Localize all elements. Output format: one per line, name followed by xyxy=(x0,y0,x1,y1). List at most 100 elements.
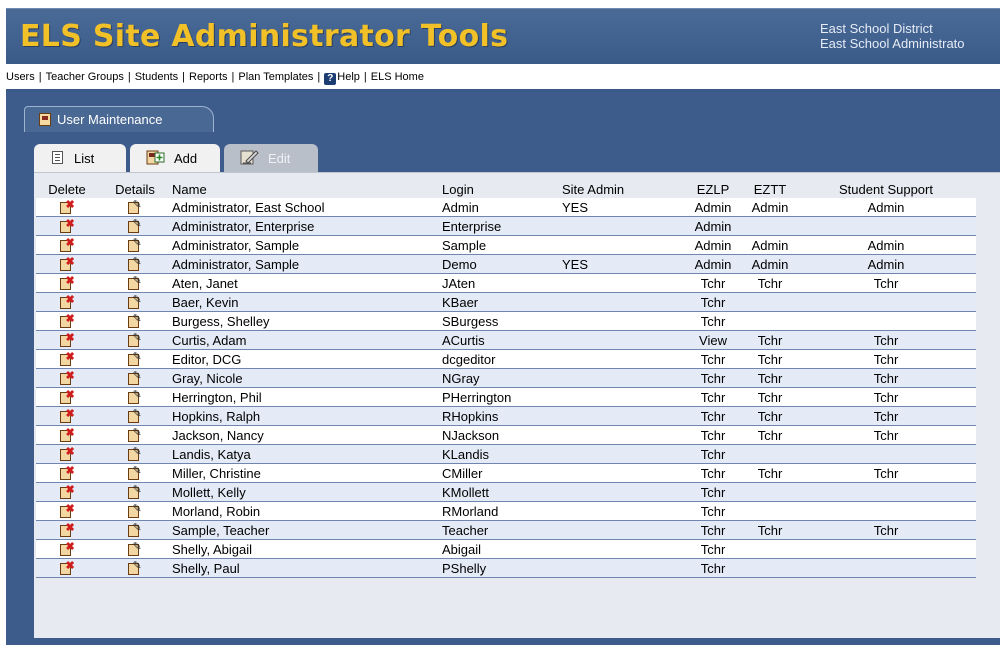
edit-details-icon[interactable] xyxy=(127,198,144,215)
delete-user-icon[interactable] xyxy=(59,521,76,538)
cell-login: KLandis xyxy=(442,444,562,464)
table-row: Curtis, AdamACurtisViewTchrTchr xyxy=(36,330,976,350)
edit-details-icon[interactable] xyxy=(127,521,144,538)
subtab-edit[interactable]: Edit xyxy=(224,144,318,172)
cell-student-support: Tchr xyxy=(796,387,976,407)
nav-users[interactable]: Users xyxy=(6,71,35,83)
subtab-list[interactable]: List xyxy=(34,144,126,172)
cell-login: RHopkins xyxy=(442,406,562,426)
col-header-name: Name xyxy=(172,181,442,198)
tab-user-maintenance[interactable]: User Maintenance xyxy=(24,106,214,132)
cell-name: Administrator, Sample xyxy=(172,235,442,255)
edit-details-icon[interactable] xyxy=(127,426,144,443)
delete-user-icon[interactable] xyxy=(59,198,76,215)
cell-ezlp: Tchr xyxy=(682,463,744,483)
nav-els-home[interactable]: ELS Home xyxy=(371,71,424,83)
cell-ezlp: Tchr xyxy=(682,349,744,369)
edit-details-icon[interactable] xyxy=(127,388,144,405)
delete-user-icon[interactable] xyxy=(59,502,76,519)
nav-links: Users | Teacher Groups | Students | Reports | Pl… xyxy=(6,71,424,85)
cell-name: Editor, DCG xyxy=(172,349,442,369)
edit-details-icon[interactable] xyxy=(127,502,144,519)
edit-details-icon[interactable] xyxy=(127,540,144,557)
cell-login: CMiller xyxy=(442,463,562,483)
top-navigation: Users | Teacher Groups | Students | Reports | Pl… xyxy=(6,64,1000,92)
cell-site-admin xyxy=(562,501,682,521)
cell-name: Landis, Katya xyxy=(172,444,442,464)
cell-student-support xyxy=(796,311,976,331)
cell-ezlp: Tchr xyxy=(682,387,744,407)
edit-details-icon[interactable] xyxy=(127,407,144,424)
table-row: Administrator, SampleDemoYESAdminAdminAd… xyxy=(36,254,976,274)
table-row: Baer, KevinKBaer Tchr xyxy=(36,292,976,312)
cell-ezlp: Admin xyxy=(682,254,744,274)
delete-cell xyxy=(36,311,98,331)
delete-user-icon[interactable] xyxy=(59,445,76,462)
delete-user-icon[interactable] xyxy=(59,559,76,576)
col-header-student-support: Student Support xyxy=(796,181,976,198)
cell-ezlp: Tchr xyxy=(682,539,744,559)
edit-details-icon[interactable] xyxy=(127,559,144,576)
nav-plan-templates[interactable]: Plan Templates xyxy=(238,71,313,83)
cell-student-support: Tchr xyxy=(796,273,976,293)
cell-site-admin xyxy=(562,406,682,426)
table-row: Administrator, EnterpriseEnterprise Admin xyxy=(36,216,976,236)
cell-login: KMollett xyxy=(442,482,562,502)
nav-students[interactable]: Students xyxy=(135,71,178,83)
edit-details-icon[interactable] xyxy=(127,293,144,310)
delete-user-icon[interactable] xyxy=(59,350,76,367)
cell-student-support xyxy=(796,216,976,236)
delete-user-icon[interactable] xyxy=(59,388,76,405)
cell-ezlp: Tchr xyxy=(682,482,744,502)
delete-user-icon[interactable] xyxy=(59,274,76,291)
cell-student-support: Tchr xyxy=(796,406,976,426)
edit-details-icon[interactable] xyxy=(127,369,144,386)
subtab-add[interactable]: Add xyxy=(130,144,220,172)
details-cell xyxy=(98,482,172,502)
edit-details-icon[interactable] xyxy=(127,236,144,253)
edit-details-icon[interactable] xyxy=(127,445,144,462)
nav-help[interactable]: ? Help xyxy=(324,71,360,85)
delete-user-icon[interactable] xyxy=(59,464,76,481)
delete-user-icon[interactable] xyxy=(59,255,76,272)
details-cell xyxy=(98,501,172,521)
edit-details-icon[interactable] xyxy=(127,217,144,234)
cell-site-admin xyxy=(562,235,682,255)
edit-details-icon[interactable] xyxy=(127,274,144,291)
delete-user-icon[interactable] xyxy=(59,483,76,500)
cell-name: Administrator, Sample xyxy=(172,254,442,274)
details-cell xyxy=(98,444,172,464)
cell-eztt: Tchr xyxy=(744,425,796,445)
nav-reports[interactable]: Reports xyxy=(189,71,228,83)
edit-details-icon[interactable] xyxy=(127,312,144,329)
cell-site-admin xyxy=(562,482,682,502)
edit-details-icon[interactable] xyxy=(127,255,144,272)
col-header-ezlp: EZLP xyxy=(682,181,744,198)
delete-cell xyxy=(36,463,98,483)
cell-site-admin xyxy=(562,463,682,483)
nav-teacher-groups[interactable]: Teacher Groups xyxy=(46,71,124,83)
delete-user-icon[interactable] xyxy=(59,369,76,386)
delete-cell xyxy=(36,198,98,217)
delete-user-icon[interactable] xyxy=(59,426,76,443)
delete-user-icon[interactable] xyxy=(59,407,76,424)
delete-user-icon[interactable] xyxy=(59,236,76,253)
cell-site-admin: YES xyxy=(562,198,682,217)
delete-cell xyxy=(36,216,98,236)
table-row: Burgess, ShelleySBurgess Tchr xyxy=(36,311,976,331)
delete-user-icon[interactable] xyxy=(59,331,76,348)
edit-details-icon[interactable] xyxy=(127,464,144,481)
delete-user-icon[interactable] xyxy=(59,540,76,557)
delete-cell xyxy=(36,273,98,293)
delete-user-icon[interactable] xyxy=(59,217,76,234)
cell-name: Shelly, Abigail xyxy=(172,539,442,559)
delete-cell xyxy=(36,520,98,540)
help-icon: ? xyxy=(324,73,337,85)
cell-student-support: Tchr xyxy=(796,463,976,483)
edit-details-icon[interactable] xyxy=(127,331,144,348)
edit-details-icon[interactable] xyxy=(127,483,144,500)
table-row: Sample, TeacherTeacherTchrTchrTchr xyxy=(36,520,976,540)
edit-details-icon[interactable] xyxy=(127,350,144,367)
delete-user-icon[interactable] xyxy=(59,293,76,310)
delete-user-icon[interactable] xyxy=(59,312,76,329)
